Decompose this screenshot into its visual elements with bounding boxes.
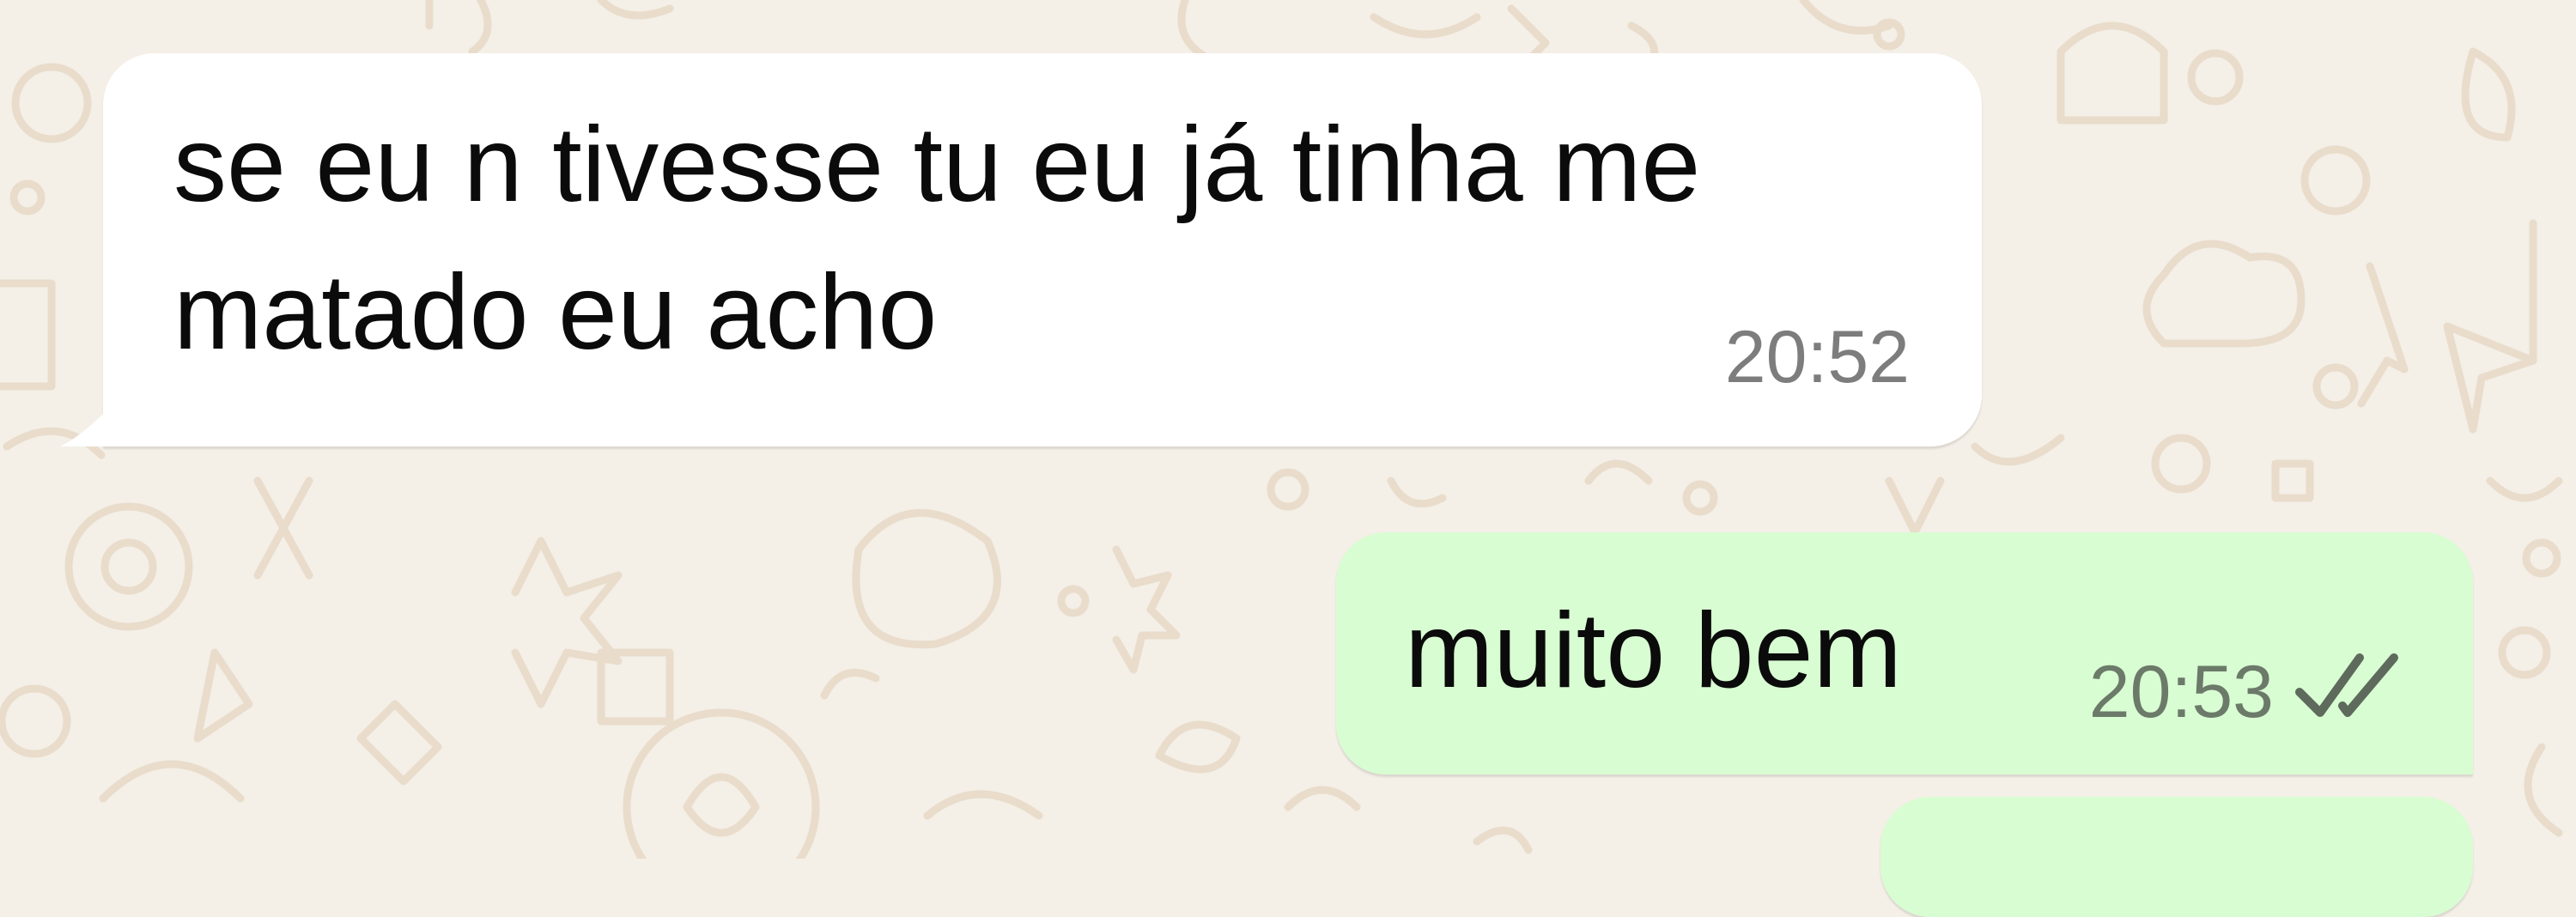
incoming-message-bubble[interactable]: se eu n tivesse tu eu já tinha me matado…: [60, 53, 1982, 446]
message-text-line: se eu n tivesse tu eu já tinha me: [173, 106, 1701, 224]
message-timestamp: 20:52: [1724, 316, 1910, 398]
double-check-icon: [2295, 653, 2398, 717]
message-text: se eu n tivesse tu eu já tinha me matado…: [173, 91, 1700, 386]
bubble-tail-left: [60, 412, 105, 446]
message-text-line: matado eu acho: [173, 253, 938, 372]
outgoing-message-bubble[interactable]: [1880, 797, 2473, 917]
outgoing-message-bubble[interactable]: muito bem 20:53: [1336, 532, 2473, 774]
message-timestamp: 20:53: [2088, 651, 2274, 733]
message-text: muito bem: [1405, 592, 1902, 710]
